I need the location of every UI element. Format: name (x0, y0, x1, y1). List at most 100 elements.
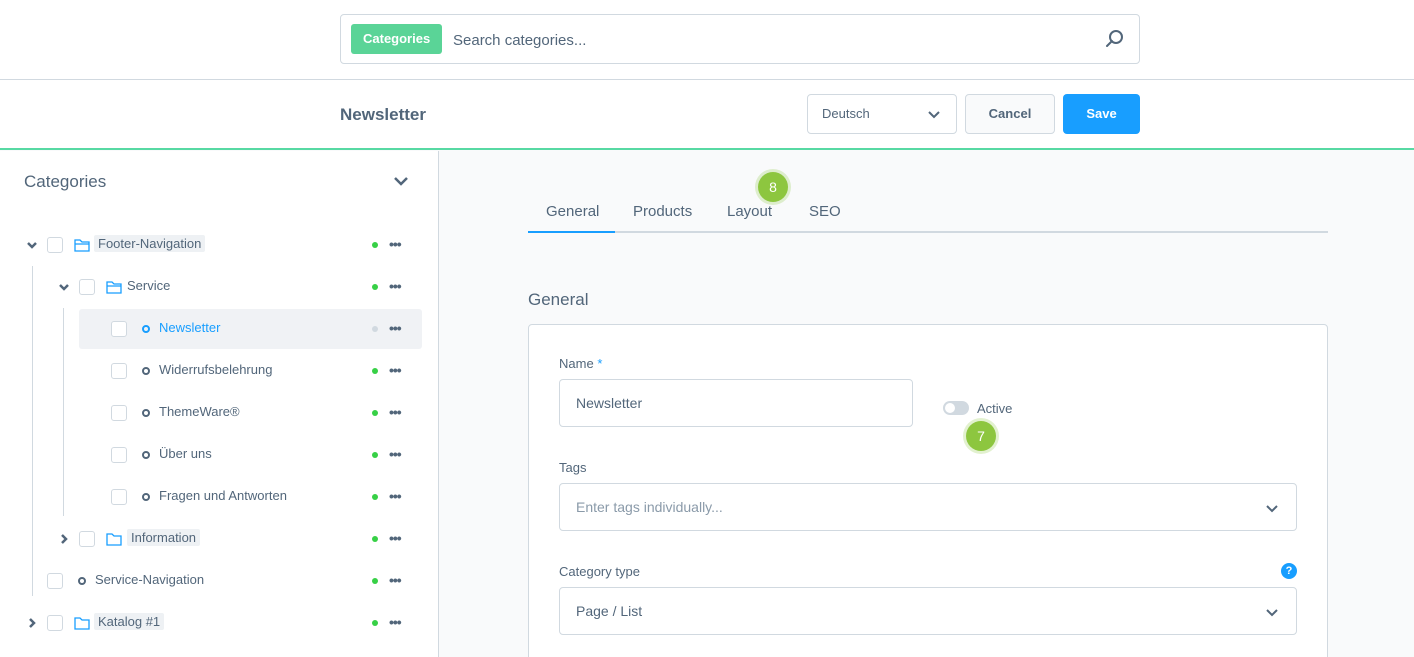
status-active-dot (372, 620, 378, 626)
more-options-icon[interactable]: ••• (389, 615, 405, 629)
status-active-dot (372, 452, 378, 458)
tree-item-label: Fragen und Antworten (159, 488, 287, 503)
more-options-icon[interactable]: ••• (389, 447, 405, 461)
status-active-dot (372, 494, 378, 500)
tree-item-label: Service-Navigation (95, 572, 205, 587)
tree-item-fragen-und-antworten[interactable]: Fragen und Antworten ••• (79, 477, 422, 517)
tree-item-label: Service (127, 278, 171, 293)
chevron-right-icon[interactable] (26, 617, 38, 629)
search-icon[interactable] (1105, 29, 1125, 49)
more-options-icon[interactable]: ••• (389, 573, 405, 587)
status-active-dot (372, 578, 378, 584)
folder-icon (74, 617, 90, 630)
required-marker: * (597, 356, 603, 371)
active-label: Active (977, 401, 1013, 416)
global-search[interactable]: Categories (340, 14, 1140, 64)
tree-item-service[interactable]: Service ••• (48, 267, 422, 307)
tree-item-checkbox[interactable] (79, 531, 95, 547)
more-options-icon[interactable]: ••• (389, 489, 405, 503)
chevron-down-icon[interactable] (58, 281, 70, 293)
search-type-chip[interactable]: Categories (351, 24, 443, 54)
help-icon[interactable]: ? (1281, 563, 1297, 579)
detail-tabs: General Products Layout SEO (528, 190, 1328, 233)
tree-guide-line (32, 266, 33, 596)
more-options-icon[interactable]: ••• (389, 531, 405, 545)
tree-guide-line (63, 308, 64, 516)
active-tab-indicator (528, 231, 615, 233)
save-button[interactable]: Save (1063, 94, 1140, 134)
folder-open-icon (74, 239, 90, 252)
search-input[interactable] (453, 27, 1093, 53)
tree-item-themeware[interactable]: ThemeWare® ••• (79, 393, 422, 433)
name-field[interactable]: Newsletter (559, 379, 913, 427)
more-options-icon[interactable]: ••• (389, 363, 405, 377)
leaf-node-icon (78, 577, 86, 585)
general-card: Name * Newsletter Active Tags Enter tags… (528, 324, 1328, 657)
cancel-button[interactable]: Cancel (965, 94, 1055, 134)
status-active-dot (372, 284, 378, 290)
name-label-text: Name (559, 356, 594, 371)
folder-icon (106, 533, 122, 546)
chevron-down-icon (1266, 609, 1278, 617)
tags-placeholder: Enter tags individually... (576, 499, 723, 515)
tree-item-footer-navigation[interactable]: Footer-Navigation ••• (16, 225, 422, 265)
tab-seo[interactable]: SEO (809, 203, 841, 220)
category-type-select[interactable]: Page / List (559, 587, 1297, 635)
status-active-dot (372, 410, 378, 416)
leaf-node-icon (142, 493, 150, 501)
active-toggle[interactable] (943, 401, 969, 415)
chevron-down-icon (928, 111, 940, 119)
section-title: General (528, 290, 589, 309)
tree-item-label: Information (127, 529, 201, 546)
leaf-node-icon (142, 409, 150, 417)
leaf-node-icon (142, 325, 150, 333)
status-active-dot (372, 536, 378, 542)
step-badge: 7 (966, 421, 996, 451)
tree-item-checkbox[interactable] (111, 405, 127, 421)
tree-item-label: ThemeWare® (159, 404, 240, 419)
more-options-icon[interactable]: ••• (389, 237, 405, 251)
page-title: Newsletter (340, 105, 426, 124)
tab-layout[interactable]: Layout (727, 203, 772, 220)
more-options-icon[interactable]: ••• (389, 405, 405, 419)
tree-item-checkbox[interactable] (47, 237, 63, 253)
tree-item-service-navigation[interactable]: Service-Navigation ••• (16, 561, 422, 601)
name-label: Name * (559, 356, 602, 371)
chevron-right-icon[interactable] (58, 533, 70, 545)
tree-item-label: Footer-Navigation (94, 235, 206, 252)
tree-item-checkbox[interactable] (79, 279, 95, 295)
tab-products[interactable]: Products (633, 203, 692, 220)
leaf-node-icon (142, 367, 150, 375)
tree-item-information[interactable]: Information ••• (48, 519, 422, 559)
tree-item-checkbox[interactable] (111, 447, 127, 463)
category-tree-sidebar: Categories Footer-Navigation ••• Service… (0, 151, 439, 657)
chevron-down-icon (1266, 505, 1278, 513)
tree-item-label: Newsletter (159, 320, 221, 335)
tree-item-checkbox[interactable] (111, 489, 127, 505)
more-options-icon[interactable]: ••• (389, 321, 405, 335)
status-active-dot (372, 368, 378, 374)
tree-item-katalog-1[interactable]: Katalog #1 ••• (16, 603, 422, 643)
step-badge: 8 (758, 172, 788, 202)
chevron-down-icon[interactable] (26, 239, 38, 251)
tree-item-label: Widerrufsbelehrung (159, 362, 273, 377)
tree-item-ueber-uns[interactable]: Über uns ••• (79, 435, 422, 475)
tree-item-widerrufsbelehrung[interactable]: Widerrufsbelehrung ••• (79, 351, 422, 391)
tree-item-checkbox[interactable] (111, 321, 127, 337)
smart-bar: Newsletter Deutsch Cancel Save (0, 80, 1414, 150)
category-type-value: Page / List (576, 603, 643, 619)
tree-item-label: Über uns (159, 446, 212, 461)
language-switch[interactable]: Deutsch (807, 94, 957, 134)
status-inactive-dot (372, 326, 378, 332)
tab-general[interactable]: General (546, 203, 599, 220)
tree-item-newsletter[interactable]: Newsletter ••• (79, 309, 422, 349)
tags-input[interactable]: Enter tags individually... (559, 483, 1297, 531)
leaf-node-icon (142, 451, 150, 459)
tree-item-checkbox[interactable] (111, 363, 127, 379)
tags-label: Tags (559, 460, 587, 475)
tree-item-checkbox[interactable] (47, 615, 63, 631)
tree-item-checkbox[interactable] (47, 573, 63, 589)
language-value: Deutsch (822, 106, 870, 121)
chevron-down-icon[interactable] (393, 175, 409, 187)
more-options-icon[interactable]: ••• (389, 279, 405, 293)
